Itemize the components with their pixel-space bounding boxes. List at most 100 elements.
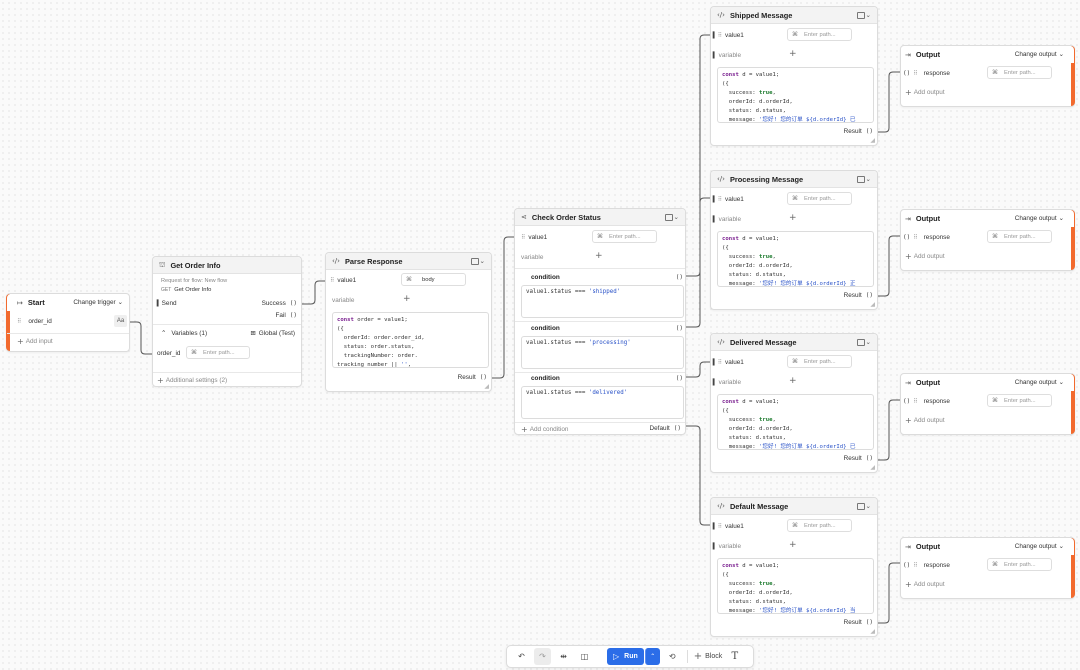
parse-value-input[interactable]: ⌘ body (401, 273, 466, 286)
start-input-name[interactable]: order_id (28, 318, 51, 325)
add-variable-button[interactable]: + (789, 213, 797, 223)
variable-name-input[interactable]: variable (332, 297, 354, 304)
condition-2-port[interactable]: () (676, 325, 683, 332)
add-condition-button[interactable]: + Add condition (521, 425, 568, 434)
condition-3-port[interactable]: () (676, 375, 683, 382)
request-link[interactable]: GET Get Order Info (161, 287, 211, 293)
condition-2-editor[interactable]: value1.status === 'processing' (521, 336, 684, 369)
add-output-button[interactable]: + Add output (905, 580, 945, 589)
drag-handle-icon[interactable]: ⠿ (330, 277, 335, 284)
drag-handle-icon[interactable]: ⠿ (718, 359, 723, 366)
message-value-input[interactable]: ⌘ Enter path... (787, 28, 852, 41)
check-order-status-node[interactable]: ⋖ Check Order Status ⌄ ⠿ value1 ⌘ Enter … (514, 208, 686, 435)
success-port[interactable]: Success () (262, 300, 297, 307)
message-value-input[interactable]: ⌘ Enter path... (787, 192, 852, 205)
message-result-port[interactable]: Result () (844, 455, 873, 462)
response-path-input[interactable]: ⌘ Enter path... (987, 230, 1052, 243)
flow-canvas[interactable]: ↦ Start Change trigger ⌄ ⠿ order_id Aa +… (0, 0, 1080, 670)
processing-message-node[interactable]: ‹/› Processing Message ⌄ ▐ ⠿ value1 ⌘ En… (710, 170, 878, 310)
run-options-button[interactable]: ⌃ (644, 648, 660, 665)
global-env-selector[interactable]: ⊞ Global (Test) (250, 329, 295, 337)
node-menu-button[interactable]: ⌄ (470, 257, 485, 265)
additional-settings-button[interactable]: + Additional settings (2) (157, 376, 227, 385)
message-result-port[interactable]: Result () (844, 292, 873, 299)
default-message-node[interactable]: ‹/› Default Message ⌄ ▐ ⠿ value1 ⌘ Enter… (710, 497, 878, 637)
response-path-input[interactable]: ⌘ Enter path... (987, 394, 1052, 407)
condition-1-port[interactable]: () (676, 274, 683, 281)
send-port[interactable]: ▐ Send (155, 300, 177, 307)
change-output-button[interactable]: Change output ⌄ (1015, 50, 1064, 58)
drag-handle-icon[interactable]: ⠿ (913, 70, 918, 77)
message-code-editor[interactable]: const d = value1; ({ success: true, orde… (717, 558, 874, 614)
output-node-3[interactable]: ⇥ Output Change output ⌄ () ⠿ response ⌘… (900, 373, 1075, 435)
output-node-1[interactable]: ⇥ Output Change output ⌄ () ⠿ response ⌘… (900, 45, 1075, 107)
history-button[interactable]: ⟲ (664, 648, 681, 665)
drag-handle-icon[interactable]: ⠿ (913, 562, 918, 569)
add-variable-button[interactable]: + (789, 540, 797, 550)
parse-result-port[interactable]: Result () (458, 374, 487, 381)
add-text-button[interactable]: T (726, 648, 743, 665)
resize-handle-icon[interactable]: ◢ (870, 628, 875, 635)
condition-1-editor[interactable]: value1.status === 'shipped' (521, 285, 684, 318)
start-node[interactable]: ↦ Start Change trigger ⌄ ⠿ order_id Aa +… (6, 293, 130, 352)
add-output-button[interactable]: + Add output (905, 88, 945, 97)
drag-handle-icon[interactable]: ⠿ (718, 523, 723, 530)
add-variable-button[interactable]: + (789, 49, 797, 59)
parse-response-node[interactable]: ‹/› Parse Response ⌄ ⠿ value1 ⌘ body var… (325, 252, 492, 392)
output-node-2[interactable]: ⇥ Output Change output ⌄ () ⠿ response ⌘… (900, 209, 1075, 271)
response-path-input[interactable]: ⌘ Enter path... (987, 558, 1052, 571)
run-button[interactable]: ▷ Run (607, 648, 644, 665)
node-menu-button[interactable]: ⌄ (856, 175, 871, 183)
node-menu-button[interactable]: ⌄ (664, 213, 679, 221)
node-menu-button[interactable]: ⌄ (856, 502, 871, 510)
message-value-input[interactable]: ⌘ Enter path... (787, 355, 852, 368)
type-badge[interactable]: Aa (114, 315, 127, 327)
add-input-button[interactable]: + Add input (17, 337, 53, 346)
variable-name-input[interactable]: variable (719, 543, 741, 550)
node-menu-button[interactable]: ⌄ (856, 11, 871, 19)
fit-width-button[interactable]: ⇹ (555, 648, 572, 665)
drag-handle-icon[interactable]: ⠿ (913, 234, 918, 241)
resize-handle-icon[interactable]: ◢ (870, 301, 875, 308)
drag-handle-icon[interactable]: ⠿ (718, 32, 723, 39)
check-value-input[interactable]: ⌘ Enter path... (592, 230, 657, 243)
default-port[interactable]: Default () (650, 425, 681, 432)
drag-handle-icon[interactable]: ⠿ (913, 398, 918, 405)
message-result-port[interactable]: Result () (844, 128, 873, 135)
variable-name-input[interactable]: variable (719, 52, 741, 59)
message-value-input[interactable]: ⌘ Enter path... (787, 519, 852, 532)
add-output-button[interactable]: + Add output (905, 416, 945, 425)
resize-handle-icon[interactable]: ◢ (870, 137, 875, 144)
output-node-4[interactable]: ⇥ Output Change output ⌄ () ⠿ response ⌘… (900, 537, 1075, 599)
add-block-button[interactable]: + Block (694, 651, 723, 662)
message-code-editor[interactable]: const d = value1; ({ success: true, orde… (717, 67, 874, 123)
variable-name-input[interactable]: variable (719, 379, 741, 386)
add-variable-button[interactable]: + (595, 251, 603, 261)
change-output-button[interactable]: Change output ⌄ (1015, 542, 1064, 550)
parse-code-editor[interactable]: const order = value1; ({ orderId: order.… (332, 312, 489, 368)
message-result-port[interactable]: Result () (844, 619, 873, 626)
add-variable-button[interactable]: + (789, 376, 797, 386)
start-input-row[interactable]: ⠿ order_id (17, 318, 52, 325)
order-id-path-input[interactable]: ⌘ Enter path... (186, 346, 250, 359)
response-path-input[interactable]: ⌘ Enter path... (987, 66, 1052, 79)
change-output-button[interactable]: Change output ⌄ (1015, 378, 1064, 386)
variables-toggle[interactable]: ⌃ Variables (1) (161, 329, 207, 337)
variable-name-input[interactable]: variable (521, 254, 543, 261)
shipped-message-node[interactable]: ‹/› Shipped Message ⌄ ▐ ⠿ value1 ⌘ Enter… (710, 6, 878, 146)
resize-handle-icon[interactable]: ◢ (870, 464, 875, 471)
drag-handle-icon[interactable]: ⠿ (718, 196, 723, 203)
fail-port[interactable]: Fail () (275, 312, 297, 319)
delivered-message-node[interactable]: ‹/› Delivered Message ⌄ ▐ ⠿ value1 ⌘ Ent… (710, 333, 878, 473)
resize-handle-icon[interactable]: ◢ (484, 383, 489, 390)
condition-3-editor[interactable]: value1.status === 'delivered' (521, 386, 684, 419)
layout-button[interactable]: ◫ (576, 648, 593, 665)
add-output-button[interactable]: + Add output (905, 252, 945, 261)
drag-handle-icon[interactable]: ⠿ (521, 234, 526, 241)
message-code-editor[interactable]: const d = value1; ({ success: true, orde… (717, 394, 874, 450)
add-variable-button[interactable]: + (403, 294, 411, 304)
node-menu-button[interactable]: ⌄ (856, 338, 871, 346)
change-output-button[interactable]: Change output ⌄ (1015, 214, 1064, 222)
message-code-editor[interactable]: const d = value1; ({ success: true, orde… (717, 231, 874, 287)
redo-button[interactable]: ↷ (534, 648, 551, 665)
